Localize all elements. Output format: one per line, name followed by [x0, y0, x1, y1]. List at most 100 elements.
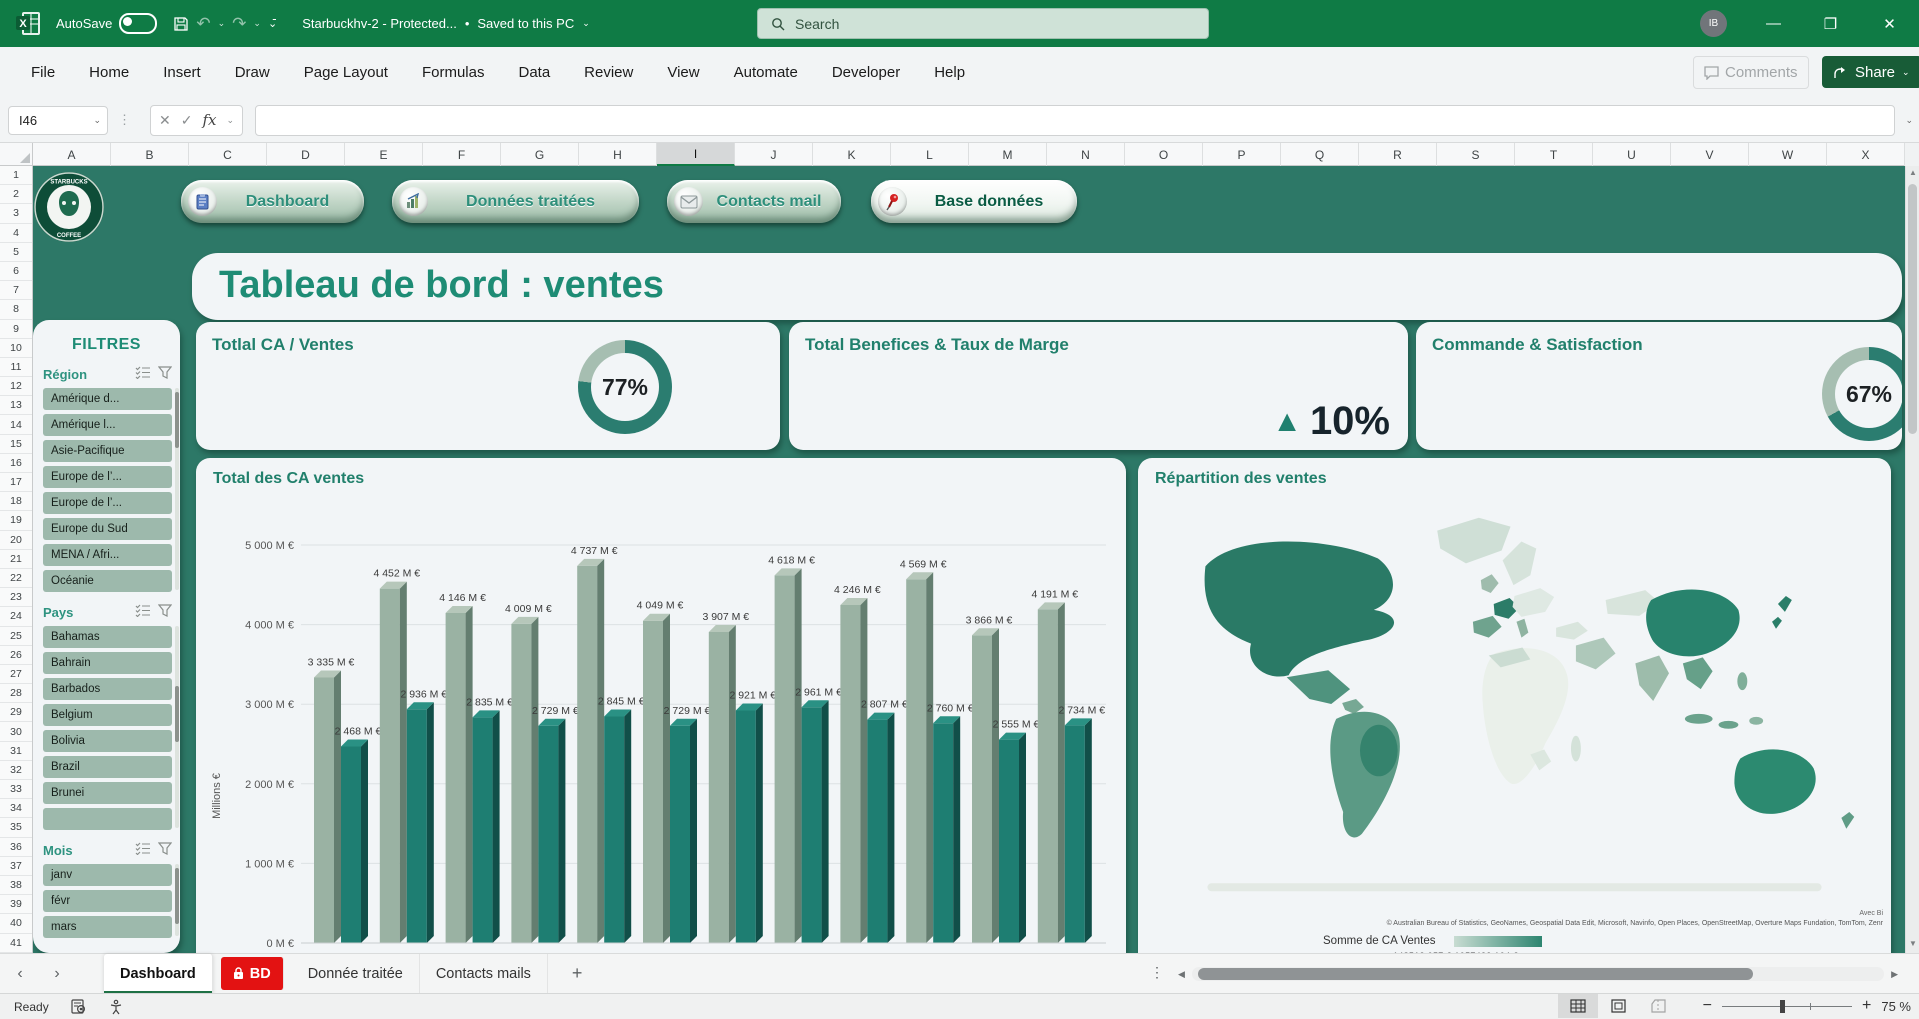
row-header-22[interactable]: 22 [0, 569, 32, 588]
comments-button[interactable]: Comments [1693, 56, 1809, 89]
slicer-scrollbar-thumb[interactable] [175, 392, 179, 448]
row-header-2[interactable]: 2 [0, 185, 32, 204]
zoom-slider[interactable] [1722, 1006, 1852, 1007]
row-header-9[interactable]: 9 [0, 320, 32, 339]
slicer-item-brazil[interactable]: Brazil [43, 756, 172, 778]
row-header-8[interactable]: 8 [0, 300, 32, 319]
row-header-30[interactable]: 30 [0, 722, 32, 741]
row-header-10[interactable]: 10 [0, 339, 32, 358]
scroll-down-icon[interactable]: ▼ [1906, 937, 1919, 951]
row-header-31[interactable]: 31 [0, 742, 32, 761]
undo-icon[interactable]: ↶ [193, 14, 213, 34]
row-header-12[interactable]: 12 [0, 377, 32, 396]
zoom-out-icon[interactable]: − [1703, 997, 1712, 1015]
slicer-item-europe-de-l[interactable]: Europe de l’... [43, 466, 172, 488]
slicer-item-partial[interactable] [43, 808, 172, 830]
multi-select-icon[interactable] [135, 604, 151, 620]
column-header-i[interactable]: I [657, 143, 735, 166]
expand-formula-bar-icon[interactable]: ⌄ [1905, 115, 1913, 126]
row-header-25[interactable]: 25 [0, 627, 32, 646]
zoom-in-icon[interactable]: + [1862, 997, 1871, 1015]
column-header-l[interactable]: L [891, 143, 969, 166]
column-header-q[interactable]: Q [1281, 143, 1359, 166]
ribbon-tab-review[interactable]: Review [584, 64, 633, 81]
column-header-h[interactable]: H [579, 143, 657, 166]
column-header-f[interactable]: F [423, 143, 501, 166]
slicer-item-barbados[interactable]: Barbados [43, 678, 172, 700]
row-header-38[interactable]: 38 [0, 876, 32, 895]
row-header-35[interactable]: 35 [0, 818, 32, 837]
slicer-item-bolivia[interactable]: Bolivia [43, 730, 172, 752]
horizontal-scrollbar-thumb[interactable] [1198, 968, 1753, 980]
slicer-scrollbar-thumb[interactable] [175, 868, 179, 924]
slicer-item-am-rique-d[interactable]: Amérique d... [43, 388, 172, 410]
multi-select-icon[interactable] [135, 842, 151, 858]
ribbon-tab-home[interactable]: Home [89, 64, 129, 81]
column-header-n[interactable]: N [1047, 143, 1125, 166]
row-header-5[interactable]: 5 [0, 243, 32, 262]
column-header-a[interactable]: A [33, 143, 111, 166]
ribbon-tab-page-layout[interactable]: Page Layout [304, 64, 388, 81]
horizontal-scrollbar[interactable]: ◀ ▶ [1178, 966, 1898, 982]
name-box[interactable]: I46 ⌄ [8, 106, 108, 135]
ribbon-tab-insert[interactable]: Insert [163, 64, 201, 81]
row-header-26[interactable]: 26 [0, 646, 32, 665]
column-header-d[interactable]: D [267, 143, 345, 166]
row-header-15[interactable]: 15 [0, 435, 32, 454]
column-header-u[interactable]: U [1593, 143, 1671, 166]
column-header-j[interactable]: J [735, 143, 813, 166]
row-header-13[interactable]: 13 [0, 396, 32, 415]
clear-filter-icon[interactable] [158, 842, 172, 858]
row-header-1[interactable]: 1 [0, 166, 32, 185]
share-button[interactable]: Share ⌄ [1822, 56, 1919, 88]
row-header-7[interactable]: 7 [0, 281, 32, 300]
column-header-c[interactable]: C [189, 143, 267, 166]
cancel-entry-icon[interactable]: ✕ [159, 112, 171, 129]
clear-filter-icon[interactable] [158, 366, 172, 382]
clear-filter-icon[interactable] [158, 604, 172, 620]
page-break-view-button[interactable] [1638, 994, 1678, 1018]
tabbar-menu-icon[interactable]: ⋮ [1150, 964, 1164, 981]
sheet-tab-donn-e-trait-e[interactable]: Donnée traitée [292, 954, 420, 994]
search-input[interactable]: Search [757, 8, 1209, 39]
row-header-23[interactable]: 23 [0, 588, 32, 607]
row-header-37[interactable]: 37 [0, 857, 32, 876]
slicer-item-mena-afri[interactable]: MENA / Afri... [43, 544, 172, 566]
ribbon-tab-automate[interactable]: Automate [734, 64, 798, 81]
column-header-b[interactable]: B [111, 143, 189, 166]
column-header-r[interactable]: R [1359, 143, 1437, 166]
ribbon-tab-file[interactable]: File [31, 64, 55, 81]
row-header-18[interactable]: 18 [0, 492, 32, 511]
row-header-34[interactable]: 34 [0, 799, 32, 818]
next-sheet-icon[interactable]: › [40, 965, 74, 983]
row-header-40[interactable]: 40 [0, 914, 32, 933]
add-sheet-button[interactable]: + [572, 963, 583, 984]
row-header-39[interactable]: 39 [0, 895, 32, 914]
scroll-up-icon[interactable]: ▲ [1906, 166, 1919, 180]
minimize-button[interactable]: — [1750, 0, 1797, 47]
select-all-corner[interactable] [0, 143, 33, 166]
slicer-item-janv[interactable]: janv [43, 864, 172, 886]
slicer-item-am-rique-l[interactable]: Amérique l... [43, 414, 172, 436]
row-header-17[interactable]: 17 [0, 473, 32, 492]
autosave-toggle[interactable] [119, 13, 157, 34]
restore-button[interactable]: ❐ [1807, 0, 1854, 47]
nav-button-dashboard[interactable]: Dashboard [181, 180, 364, 223]
row-header-33[interactable]: 33 [0, 780, 32, 799]
row-header-28[interactable]: 28 [0, 684, 32, 703]
ribbon-tab-draw[interactable]: Draw [235, 64, 270, 81]
excel-app-icon[interactable]: X [15, 10, 42, 37]
zoom-slider-thumb[interactable] [1780, 1000, 1785, 1013]
column-header-p[interactable]: P [1203, 143, 1281, 166]
vertical-scrollbar[interactable]: ▲ ▼ [1905, 166, 1919, 953]
document-title[interactable]: Starbuckhv-2 - Protected... • Saved to t… [302, 16, 590, 31]
row-header-41[interactable]: 41 [0, 934, 32, 953]
nav-button-contacts-mail[interactable]: Contacts mail [667, 180, 841, 223]
slicer-scrollbar-thumb[interactable] [175, 686, 179, 742]
slicer-item-belgium[interactable]: Belgium [43, 704, 172, 726]
ribbon-tab-formulas[interactable]: Formulas [422, 64, 485, 81]
ribbon-tab-help[interactable]: Help [934, 64, 965, 81]
ribbon-tab-data[interactable]: Data [518, 64, 550, 81]
row-header-4[interactable]: 4 [0, 224, 32, 243]
redo-icon[interactable]: ↷ [229, 14, 249, 34]
